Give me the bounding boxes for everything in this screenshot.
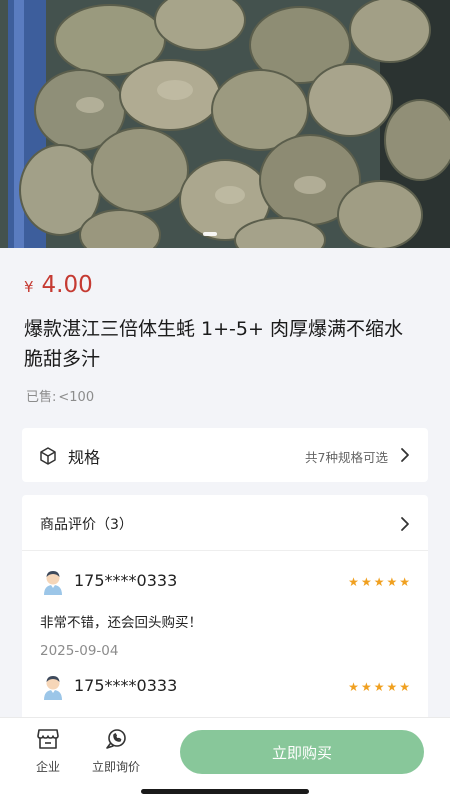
sold-count: 已售: <100 [24,386,94,405]
star-icon: ★ [348,680,359,694]
home-indicator[interactable] [141,789,309,794]
review-username: 175****0333 [74,676,178,695]
oyster-photo [0,0,450,248]
star-icon: ★ [348,575,359,589]
company-label: 企业 [36,760,61,774]
star-icon: ★ [373,575,385,589]
divider [22,550,428,551]
buy-now-button[interactable]: 立即购买 [180,730,424,774]
cube-icon [38,446,58,470]
rating-stars: ★ ★ ★ ★ ★ [348,681,410,693]
currency-symbol: ¥ [24,278,34,296]
sold-label: 已售: [26,390,57,405]
bottom-action-bar: 企业 立即询价 立即购买 [0,717,450,800]
product-image[interactable] [0,0,450,248]
chevron-right-icon [400,447,410,467]
phone-chat-icon [104,728,128,754]
spec-label: 规格 [68,448,101,467]
spec-hint: 共7种规格可选 [305,450,388,465]
company-button[interactable]: 企业 [36,728,60,775]
star-icon: ★ [399,680,410,694]
price: ¥ 4.00 [24,272,93,298]
avatar [42,674,64,700]
star-icon: ★ [386,575,398,589]
review-text: 非常不错，还会回头购买！ [40,615,202,631]
chevron-right-icon[interactable] [400,516,410,536]
star-icon: ★ [360,575,372,589]
product-title: 爆款湛江三倍体生蚝 1+-5+ 肉厚爆满不缩水 脆甜多汁 [24,318,403,370]
carousel-indicator[interactable] [203,232,217,236]
rating-stars: ★ ★ ★ ★ ★ [348,576,410,588]
store-icon [36,728,60,754]
product-info: ¥ 4.00 爆款湛江三倍体生蚝 1+-5+ 肉厚爆满不缩水 脆甜多汁 已售: <… [0,248,450,412]
reviews-header[interactable]: 商品评价（3） [40,514,133,534]
reviews-section: 商品评价（3） 175****0333 ★ ★ ★ ★ ★ 非常不错，还会回头购买！ 2… [22,495,428,755]
review-username: 175****0333 [74,571,178,590]
review-date: 2025-09-04 [40,643,119,659]
star-icon: ★ [360,680,372,694]
price-value: 4.00 [41,272,93,298]
star-icon: ★ [399,575,410,589]
avatar [42,569,64,595]
sold-value: <100 [58,390,95,405]
spec-selector[interactable]: 规格 共7种规格可选 [22,428,428,482]
star-icon: ★ [373,680,385,694]
star-icon: ★ [386,680,398,694]
inquiry-label: 立即询价 [92,760,141,774]
inquiry-button[interactable]: 立即询价 [92,728,140,775]
